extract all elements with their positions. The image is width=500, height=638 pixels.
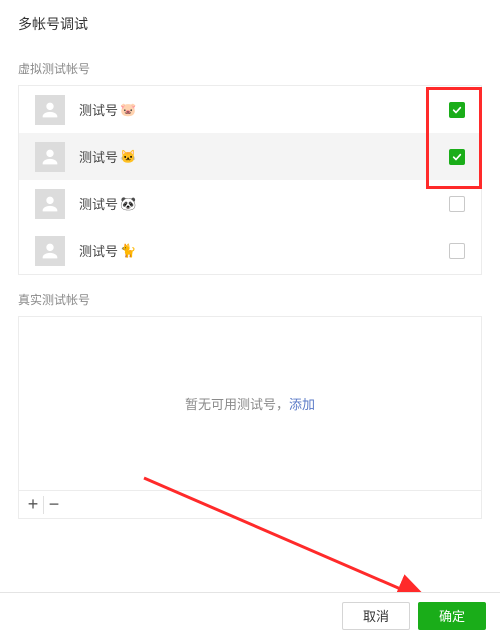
account-emoji-icon: 🐱 — [120, 149, 136, 165]
avatar-placeholder-icon — [35, 142, 65, 172]
confirm-button[interactable]: 确定 — [418, 602, 486, 630]
account-emoji-icon: 🐼 — [120, 196, 136, 212]
account-emoji-icon: 🐈 — [120, 243, 136, 259]
account-name: 测试号 — [79, 194, 118, 213]
add-test-account-link[interactable]: 添加 — [289, 394, 315, 413]
dialog-title: 多帐号调试 — [0, 0, 500, 44]
real-account-toolbar: + − — [18, 491, 482, 519]
select-checkbox[interactable] — [449, 149, 465, 165]
select-checkbox[interactable] — [449, 196, 465, 212]
avatar-placeholder-icon — [35, 236, 65, 266]
section-label-real: 真实测试帐号 — [0, 275, 500, 316]
remove-button[interactable]: − — [44, 494, 64, 516]
add-button[interactable]: + — [23, 494, 43, 516]
account-emoji-icon: 🐷 — [120, 102, 136, 118]
account-row[interactable]: 测试号🐈 — [19, 227, 481, 274]
select-checkbox[interactable] — [449, 102, 465, 118]
account-row[interactable]: 测试号🐼 — [19, 180, 481, 227]
account-row[interactable]: 测试号🐷 — [19, 86, 481, 133]
virtual-account-list: 测试号🐷测试号🐱测试号🐼测试号🐈 — [18, 85, 482, 275]
select-checkbox[interactable] — [449, 243, 465, 259]
section-label-virtual: 虚拟测试帐号 — [0, 44, 500, 85]
cancel-button[interactable]: 取消 — [342, 602, 410, 630]
account-name: 测试号 — [79, 241, 118, 260]
real-account-empty-panel: 暂无可用测试号， 添加 — [18, 316, 482, 491]
avatar-placeholder-icon — [35, 189, 65, 219]
account-name: 测试号 — [79, 147, 118, 166]
account-name: 测试号 — [79, 100, 118, 119]
avatar-placeholder-icon — [35, 95, 65, 125]
account-row[interactable]: 测试号🐱 — [19, 133, 481, 180]
empty-text: 暂无可用测试号， — [185, 394, 289, 413]
dialog-footer: 取消 确定 — [0, 592, 500, 638]
